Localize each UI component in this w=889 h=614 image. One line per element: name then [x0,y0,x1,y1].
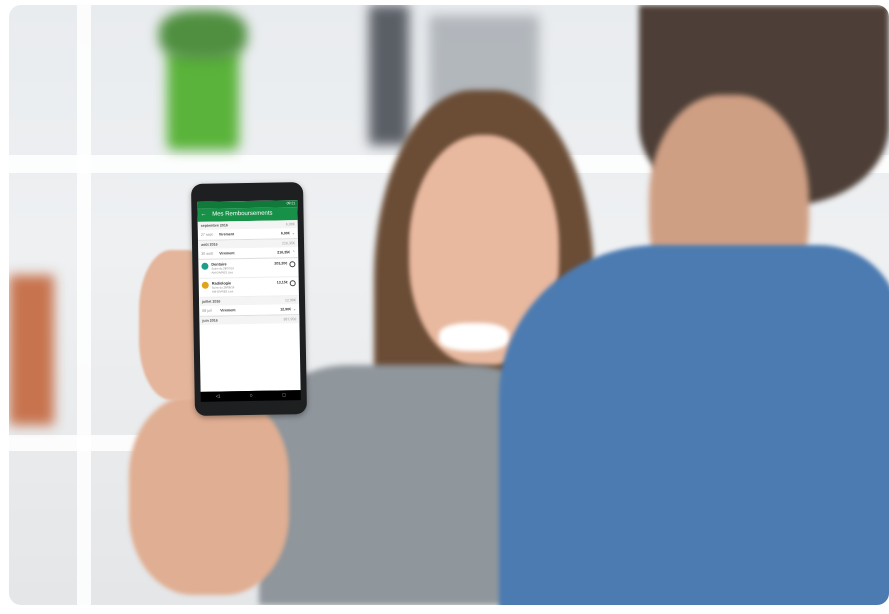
care-item[interactable]: Dentaire Soins du 28/07/16 AM-DIVRES Lis… [198,258,299,279]
status-time: 09:21 [286,201,296,206]
month-label: juillet 2016 [202,299,221,304]
month-label: août 2016 [201,242,218,247]
android-nav-bar: ◁ ○ □ [200,390,301,402]
care-beneficiary: AM-DIVRES Lisa [211,270,234,275]
payment-status: Virement [218,232,235,237]
payment-amount: 6,90€ [280,231,290,236]
book [369,5,409,145]
month-total: 387,95€ [283,317,297,322]
app-title: Mes Remboursements [212,210,273,218]
books [9,275,54,425]
payment-date: 30 août [201,251,214,256]
payment-date: 27 sept [200,232,213,237]
nav-recent-icon[interactable]: □ [283,392,286,398]
radiology-icon [201,281,209,289]
info-icon[interactable] [289,280,296,287]
chevron-down-icon[interactable]: ⌄ [293,307,296,311]
payment-amount: 12,90€ [280,307,292,312]
care-item[interactable]: Radiologie Soins du 28/08/16 AM-DIVRES L… [198,277,299,298]
month-label: juin 2016 [202,318,218,323]
woman-smile [439,323,509,351]
payment-date: 08 juil [202,308,212,313]
tooth-icon [201,262,209,270]
month-header: juin 2016 387,95€ [199,315,300,325]
payment-status: Virement [220,308,236,313]
smartphone: 09:21 ← Mes Remboursements septembre 201… [190,182,308,416]
reimbursement-list: septembre 2016 6,90€ 27 sept Virement 6,… [197,220,300,325]
back-arrow-icon[interactable]: ← [200,212,206,218]
month-label: septembre 2016 [200,223,228,228]
care-beneficiary: AM-DIVRES Lisa [211,289,234,294]
chevron-down-icon[interactable]: ⌄ [292,231,295,235]
phone-screen: 09:21 ← Mes Remboursements septembre 201… [197,200,301,392]
care-amount: 13,15€ [276,280,288,285]
photo-scene: 09:21 ← Mes Remboursements septembre 201… [9,5,889,605]
nav-back-icon[interactable]: ◁ [216,394,220,400]
man-shirt [499,245,889,605]
plant [159,10,247,60]
month-total: 12,90€ [284,298,297,303]
nav-home-icon[interactable]: ○ [250,393,253,399]
plant-pot [167,50,239,150]
month-total: 216,35€ [282,241,296,246]
chevron-up-icon[interactable]: ⌃ [292,250,295,254]
payment-amount: 216,35€ [277,250,291,255]
shelf-post [77,5,91,605]
woman-arm [129,395,289,595]
payment-status: Virement [219,251,235,256]
care-amount: 203,20€ [274,261,288,266]
month-total: 6,90€ [285,222,295,227]
info-icon[interactable] [289,261,296,268]
